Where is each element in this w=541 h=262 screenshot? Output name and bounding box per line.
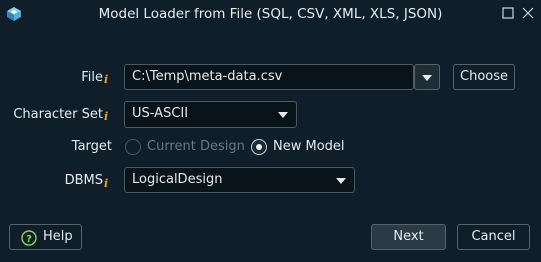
dbms-label: DBMS (64, 173, 103, 188)
target-label: Target (71, 139, 112, 154)
help-button[interactable]: ? Help (9, 224, 82, 250)
file-history-dropdown[interactable] (414, 64, 440, 90)
close-icon[interactable] (521, 6, 535, 20)
svg-text:?: ? (26, 234, 32, 245)
chevron-down-icon (336, 178, 346, 184)
next-button[interactable]: Next (371, 224, 446, 250)
character-set-info-icon[interactable]: i (104, 110, 108, 123)
character-set-select[interactable]: US-ASCII (124, 101, 297, 128)
window-title: Model Loader from File (SQL, CSV, XML, X… (98, 6, 443, 22)
chevron-down-icon (422, 75, 432, 81)
choose-file-button[interactable]: Choose (453, 64, 515, 90)
cancel-button[interactable]: Cancel (457, 224, 530, 250)
character-set-value: US-ASCII (132, 106, 189, 121)
file-label: File (81, 70, 103, 85)
target-current-design-label: Current Design (147, 139, 245, 154)
target-current-design-radio[interactable] (125, 139, 141, 155)
file-info-icon[interactable]: i (104, 73, 108, 86)
maximize-icon[interactable] (501, 6, 515, 20)
dbms-select[interactable]: LogicalDesign (124, 167, 355, 193)
help-button-label: Help (43, 229, 73, 244)
help-icon: ? (21, 230, 37, 246)
target-new-model-radio[interactable] (251, 139, 267, 155)
chevron-down-icon (278, 112, 288, 118)
character-set-label: Character Set (13, 107, 103, 122)
target-new-model-label: New Model (273, 139, 345, 154)
file-path-value: C:\Temp\meta-data.csv (132, 69, 283, 84)
model-loader-dialog: Model Loader from File (SQL, CSV, XML, X… (0, 0, 541, 262)
file-path-input[interactable]: C:\Temp\meta-data.csv (124, 64, 414, 90)
dbms-value: LogicalDesign (132, 172, 223, 187)
title-bar: Model Loader from File (SQL, CSV, XML, X… (0, 0, 541, 30)
dbms-info-icon[interactable]: i (104, 177, 108, 190)
